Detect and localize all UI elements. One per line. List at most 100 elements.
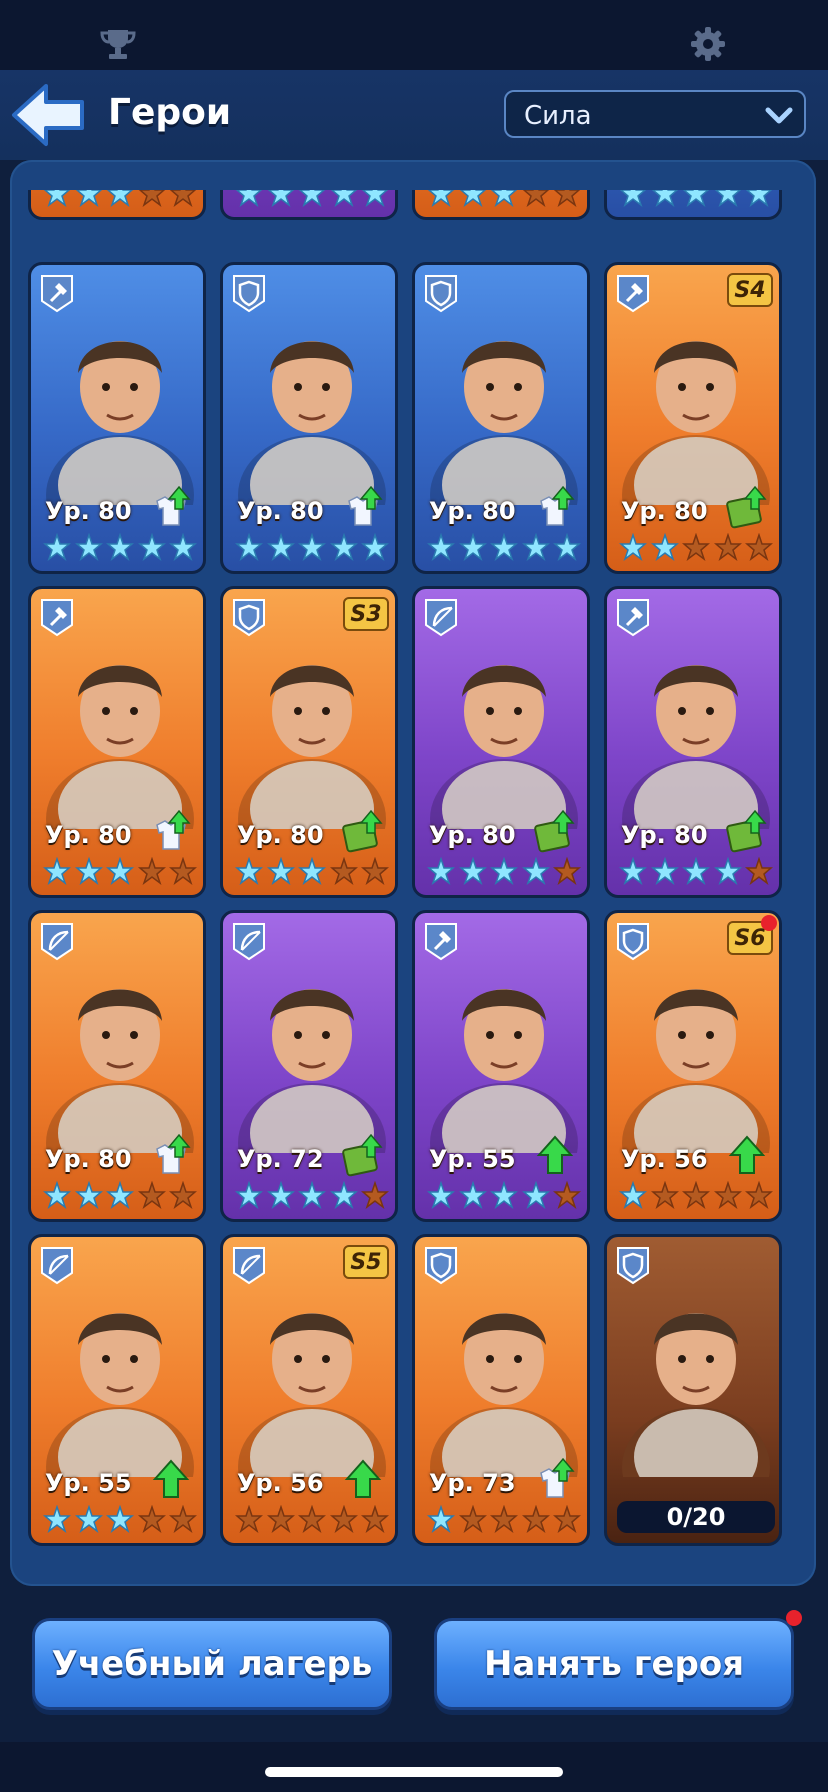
star-active-icon: [458, 856, 487, 887]
star-active-icon: [681, 856, 711, 887]
hero-stars: [234, 856, 390, 887]
star-active-icon: [75, 190, 103, 209]
hero-card[interactable]: Ур. 73: [220, 190, 398, 220]
star-inactive-icon: [297, 1504, 327, 1535]
back-arrow-icon[interactable]: [10, 82, 88, 148]
hero-card[interactable]: Ур. 80: [604, 586, 782, 898]
star-active-icon: [490, 190, 518, 209]
star-inactive-icon: [744, 1180, 774, 1211]
star-active-icon: [235, 190, 263, 209]
star-active-icon: [105, 1504, 135, 1535]
star-inactive-icon: [521, 1504, 550, 1535]
hero-level: Ур. 80: [429, 497, 516, 525]
bow-class-icon: [39, 921, 75, 961]
training-camp-button[interactable]: Учебный лагерь: [32, 1618, 392, 1710]
hero-card[interactable]: Ур. 80: [220, 262, 398, 574]
trophy-icon[interactable]: [96, 22, 140, 66]
star-active-icon: [267, 190, 295, 209]
shield-class-icon: [423, 273, 459, 313]
hero-card[interactable]: S5 Ур. 56: [220, 1234, 398, 1546]
gear-icon[interactable]: [686, 22, 730, 66]
hero-stars: [618, 856, 774, 887]
star-active-icon: [458, 532, 487, 563]
level-up-arrow-icon: [533, 1133, 577, 1177]
star-inactive-icon: [138, 190, 166, 209]
hero-level: Ур. 80: [45, 1145, 132, 1173]
star-active-icon: [105, 532, 135, 563]
bow-class-icon: [39, 1245, 75, 1285]
hero-stars: [234, 1180, 390, 1211]
hero-card[interactable]: Ур. 72: [412, 190, 590, 220]
star-active-icon: [651, 190, 679, 209]
star-active-icon: [426, 1504, 456, 1535]
home-indicator[interactable]: [265, 1767, 563, 1777]
shovel-class-icon: [423, 921, 459, 961]
star-active-icon: [42, 1504, 72, 1535]
star-active-icon: [297, 532, 327, 563]
shield-class-icon: [231, 273, 267, 313]
hero-card[interactable]: Ур. 80: [28, 586, 206, 898]
hero-stars: [235, 190, 389, 209]
hero-stars: [42, 1180, 198, 1211]
outfit-upgrade-icon: [149, 809, 193, 853]
star-active-icon: [105, 856, 135, 887]
hero-notification-dot: [761, 915, 777, 931]
hero-level: Ур. 80: [621, 821, 708, 849]
star-active-icon: [168, 532, 198, 563]
star-active-icon: [330, 190, 358, 209]
star-active-icon: [714, 190, 742, 209]
skill-book-upgrade-icon: [341, 1133, 385, 1177]
shovel-class-icon: [615, 273, 651, 313]
hero-card[interactable]: Ур. 73: [412, 1234, 590, 1546]
star-active-icon: [329, 1180, 358, 1211]
star-active-icon: [427, 190, 455, 209]
hero-card[interactable]: Ур. 72: [220, 910, 398, 1222]
chevron-down-icon: [765, 107, 793, 124]
star-inactive-icon: [489, 1504, 519, 1535]
star-inactive-icon: [266, 1504, 295, 1535]
hero-card[interactable]: Ур. 80: [28, 262, 206, 574]
star-active-icon: [650, 532, 679, 563]
hero-card[interactable]: Ур. 55: [28, 1234, 206, 1546]
star-inactive-icon: [168, 856, 198, 887]
hero-card[interactable]: S4 Ур. 80: [604, 262, 782, 574]
star-inactive-icon: [360, 1180, 390, 1211]
hero-level: Ур. 80: [237, 821, 324, 849]
star-active-icon: [74, 1504, 103, 1535]
hero-card[interactable]: S6 Ур. 56: [604, 910, 782, 1222]
star-active-icon: [105, 1180, 135, 1211]
hero-grid[interactable]: Ур. 80 Ур. 73 Ур. 72 Ур. 80 Ур. 80 Ур. 80 Ур. …: [28, 190, 800, 1560]
hire-hero-button[interactable]: Нанять героя: [434, 1618, 794, 1710]
star-active-icon: [74, 532, 103, 563]
outfit-upgrade-icon: [149, 1133, 193, 1177]
hero-stars: [234, 532, 390, 563]
hero-level: Ур. 80: [237, 497, 324, 525]
heroes-screen: Герои Сила Ур. 80Ур. 73Ур. 72Ур. 80Ур. 8…: [0, 0, 828, 1792]
hero-card[interactable]: Ур. 80: [28, 190, 206, 220]
hero-level: Ур. 72: [237, 1145, 324, 1173]
star-inactive-icon: [168, 1180, 198, 1211]
hero-card[interactable]: 0/20: [604, 1234, 782, 1546]
hero-card[interactable]: Ур. 80: [604, 190, 782, 220]
bow-class-icon: [231, 921, 267, 961]
hero-level: Ур. 56: [621, 1145, 708, 1173]
hero-card[interactable]: Ур. 55: [412, 910, 590, 1222]
hero-stars: [42, 1504, 198, 1535]
skill-book-upgrade-icon: [725, 809, 769, 853]
star-inactive-icon: [329, 1504, 358, 1535]
star-active-icon: [426, 1180, 456, 1211]
star-inactive-icon: [137, 1504, 166, 1535]
skill-book-upgrade-icon: [533, 809, 577, 853]
hero-card[interactable]: Ур. 80: [412, 586, 590, 898]
hero-card[interactable]: S3 Ур. 80: [220, 586, 398, 898]
training-camp-label: Учебный лагерь: [51, 1644, 373, 1684]
hire-notification-dot: [786, 1610, 802, 1626]
hero-card[interactable]: Ур. 80: [28, 910, 206, 1222]
star-active-icon: [426, 856, 456, 887]
sort-dropdown[interactable]: Сила: [504, 90, 806, 138]
star-active-icon: [297, 1180, 327, 1211]
star-inactive-icon: [744, 856, 774, 887]
hero-stars: [42, 532, 198, 563]
top-bar: [0, 0, 828, 70]
hero-card[interactable]: Ур. 80: [412, 262, 590, 574]
